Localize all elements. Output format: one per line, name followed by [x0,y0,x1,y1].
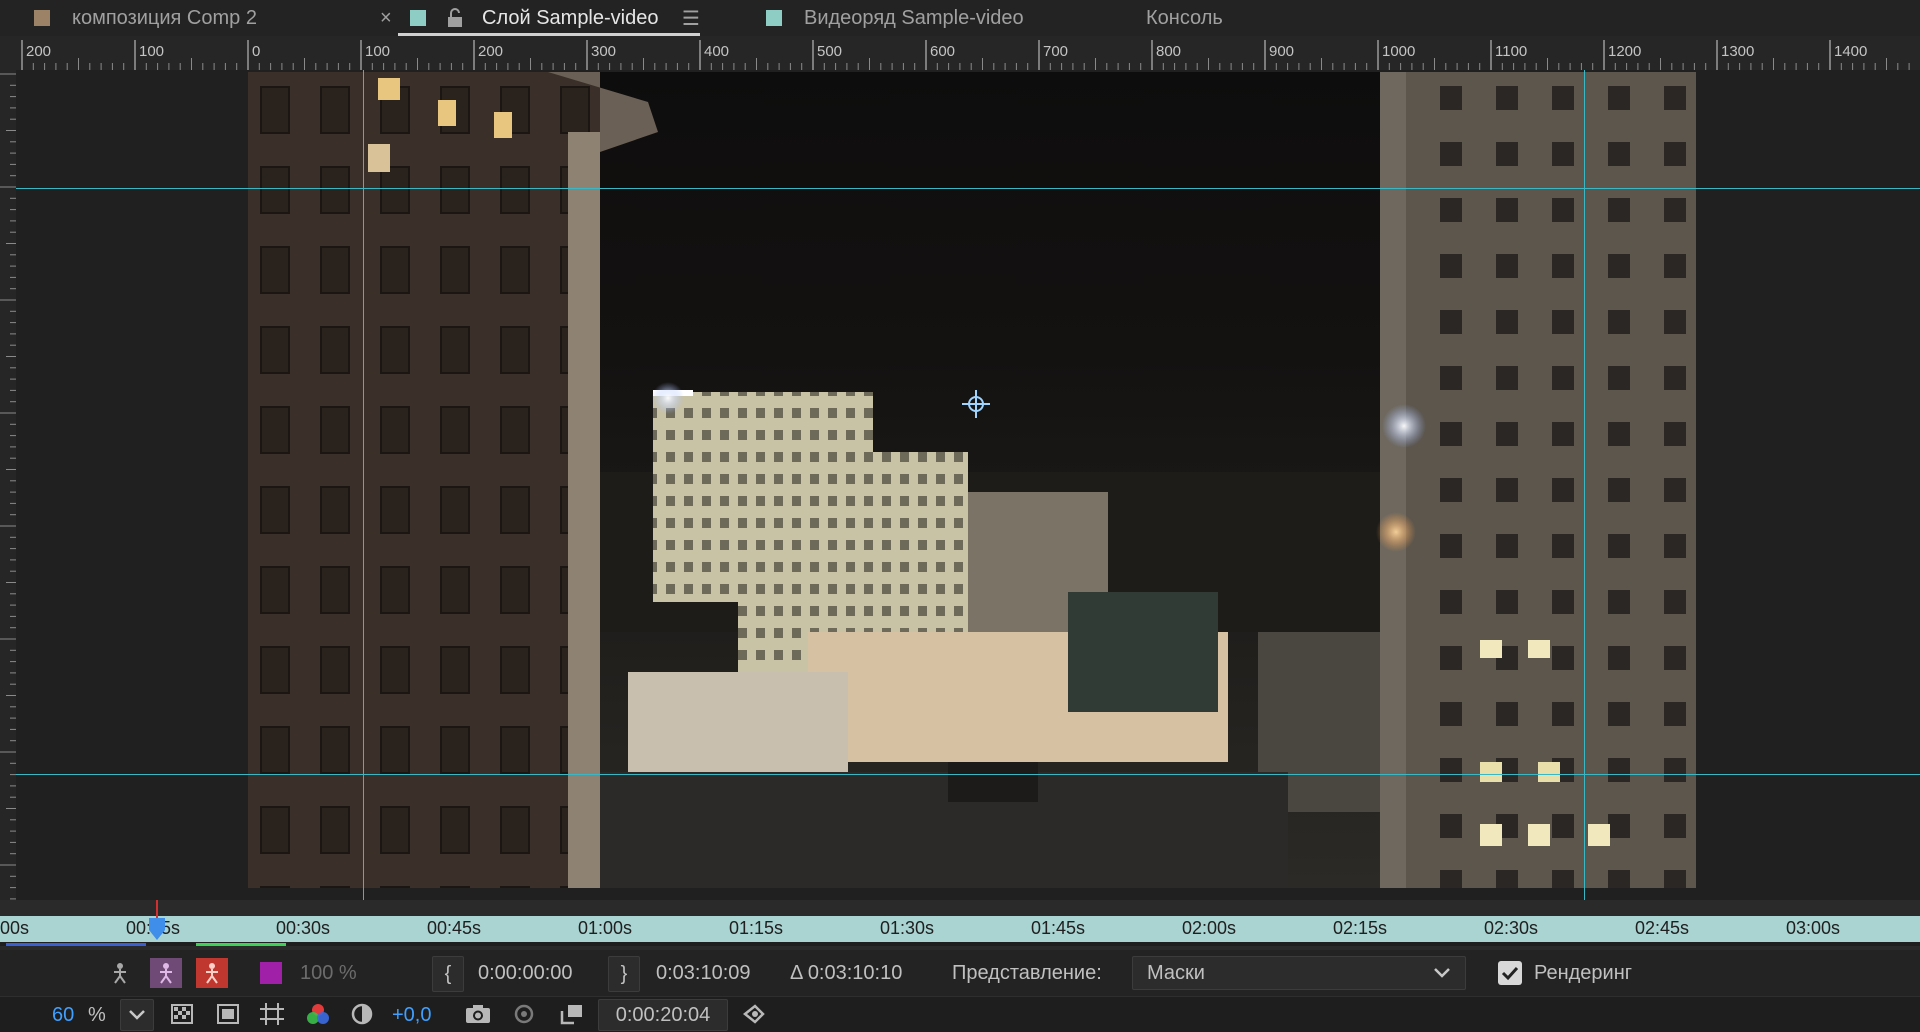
footage-swatch [766,10,782,26]
show-snapshot-icon[interactable] [508,999,540,1029]
grid-guides-icon[interactable] [256,999,288,1029]
tab-console[interactable]: Консоль [1146,0,1223,36]
cached-frames-bar [196,943,286,946]
ruler-label: 700 [1043,43,1068,60]
tab-composition[interactable]: композиция Comp 2 [34,0,257,36]
out-point-time[interactable]: 0:03:10:09 [656,962,751,985]
ruler-label: 1300 [1721,43,1754,60]
duration-time: Δ 0:03:10:10 [790,962,903,984]
guide-horizontal-bottom[interactable] [16,774,1920,775]
time-label: 00s [0,918,30,938]
tab-footage[interactable]: Видеоряд Sample-video [766,0,1024,36]
chevron-down-icon [1434,968,1450,978]
chevron-down-icon [129,1010,145,1020]
anchor-point-icon[interactable] [962,390,990,418]
ruler-label: 200 [478,43,503,60]
tab-composition-close-icon[interactable]: × [380,0,392,36]
ruler-label: 1400 [1834,43,1867,60]
color-swatch-icon[interactable] [260,962,282,984]
tab-console-label: Консоль [1146,6,1223,29]
view-label: Представление: [952,962,1102,984]
current-time-field[interactable]: 0:00:20:04 [598,999,728,1031]
ruler-label: 0 [252,43,260,60]
time-label: 02:15s [1333,918,1388,938]
color-channels-icon[interactable] [302,999,334,1029]
ruler-ticks: 200 100 0 100 200 300 400 500 600 700 800 900 1000 11… [21,40,1910,70]
time-label: 00:30s [276,918,331,938]
time-label: 01:30s [880,918,935,938]
time-label: 01:00s [578,918,633,938]
viewer-controls-top: 100 % { 0:00:00:00 } 0:03:10:09 Δ 0:03:1… [0,950,1920,996]
render-checkbox[interactable] [1498,961,1522,985]
composition-swatch [34,10,50,26]
night-city-image [248,72,1696,888]
playhead-line [156,900,158,918]
time-label: 01:45s [1031,918,1086,938]
render-label: Рендеринг [1534,962,1633,984]
time-label: 01:15s [729,918,784,938]
horizontal-ruler[interactable]: 200 100 0 100 200 300 400 500 600 700 800 900 1000 11… [0,36,1920,71]
exposure-value[interactable]: +0,0 [392,1004,431,1027]
video-frame [248,72,1696,888]
current-time-value: 0:00:20:04 [615,1003,711,1026]
view-select-value: Маски [1147,961,1205,984]
ruler-label: 500 [817,43,842,60]
puppet-starch-icon[interactable] [196,958,228,988]
playhead-marker[interactable] [149,918,165,942]
zoom-value[interactable]: 60 [52,1004,74,1027]
set-in-point-button[interactable]: { [432,956,464,992]
puppet-overlap-icon[interactable] [150,958,182,988]
guide-vertical-right[interactable] [1584,70,1585,900]
time-label: 02:00s [1182,918,1237,938]
in-point-time[interactable]: 0:00:00:00 [478,962,573,985]
snap-icon[interactable] [738,999,770,1029]
set-out-point-button[interactable]: } [608,956,640,992]
ruler-label: 900 [1269,43,1294,60]
vertical-ruler-ticks [0,73,16,900]
ruler-label: 100 [365,43,390,60]
tab-layer-menu-icon[interactable]: ☰ [682,0,700,36]
ruler-label: 1200 [1608,43,1641,60]
lock-open-icon[interactable] [446,0,464,36]
time-ruler-strip[interactable]: 00s 00:15s 00:30s 00:45s 01:00s 01:15s 0… [0,916,1920,942]
opacity-value[interactable]: 100 % [300,962,357,985]
ruler-label: 1100 [1495,43,1527,60]
tab-layer[interactable]: Слой Sample-video [482,0,658,36]
work-area-bar [6,943,146,946]
time-label: 02:45s [1635,918,1690,938]
time-label: 03:00s [1786,918,1841,938]
motion-path-icon[interactable] [104,958,136,988]
guide-horizontal-top[interactable] [16,188,1920,189]
tab-footage-label: Видеоряд Sample-video [804,6,1024,29]
ruler-label: 800 [1156,43,1181,60]
guide-vertical-left[interactable] [363,70,364,900]
tab-layer-swatch [410,0,426,36]
zoom-unit: % [88,1004,106,1026]
time-label: 02:30s [1484,918,1539,938]
tab-composition-label: композиция Comp 2 [72,6,257,29]
time-label: 00:45s [427,918,482,938]
layer-viewer[interactable] [16,70,1920,900]
mask-view-icon[interactable] [212,999,244,1029]
transparency-grid-icon[interactable] [166,999,198,1029]
time-navigator[interactable]: 00s 00:15s 00:30s 00:45s 01:00s 01:15s 0… [0,900,1920,950]
viewer-controls-bottom: 60 % +0,0 0:00:20:04 [0,996,1920,1032]
region-of-interest-icon[interactable] [556,999,588,1029]
panel-tab-bar: композиция Comp 2 × Слой Sample-video ☰ … [0,0,1920,36]
ruler-label: 1000 [1382,43,1415,60]
ruler-label: 400 [704,43,729,60]
view-select[interactable]: Маски [1132,956,1466,990]
reset-exposure-icon[interactable] [346,999,378,1029]
ruler-label: 200 [26,43,51,60]
ruler-label: 600 [930,43,955,60]
tab-layer-label: Слой Sample-video [482,6,659,29]
vertical-ruler[interactable] [0,70,17,900]
camera-snapshot-icon[interactable] [462,999,494,1029]
ruler-label: 100 [139,43,164,60]
ruler-label: 300 [591,43,616,60]
checkmark-icon [1501,966,1519,981]
zoom-dropdown-button[interactable] [120,999,154,1031]
